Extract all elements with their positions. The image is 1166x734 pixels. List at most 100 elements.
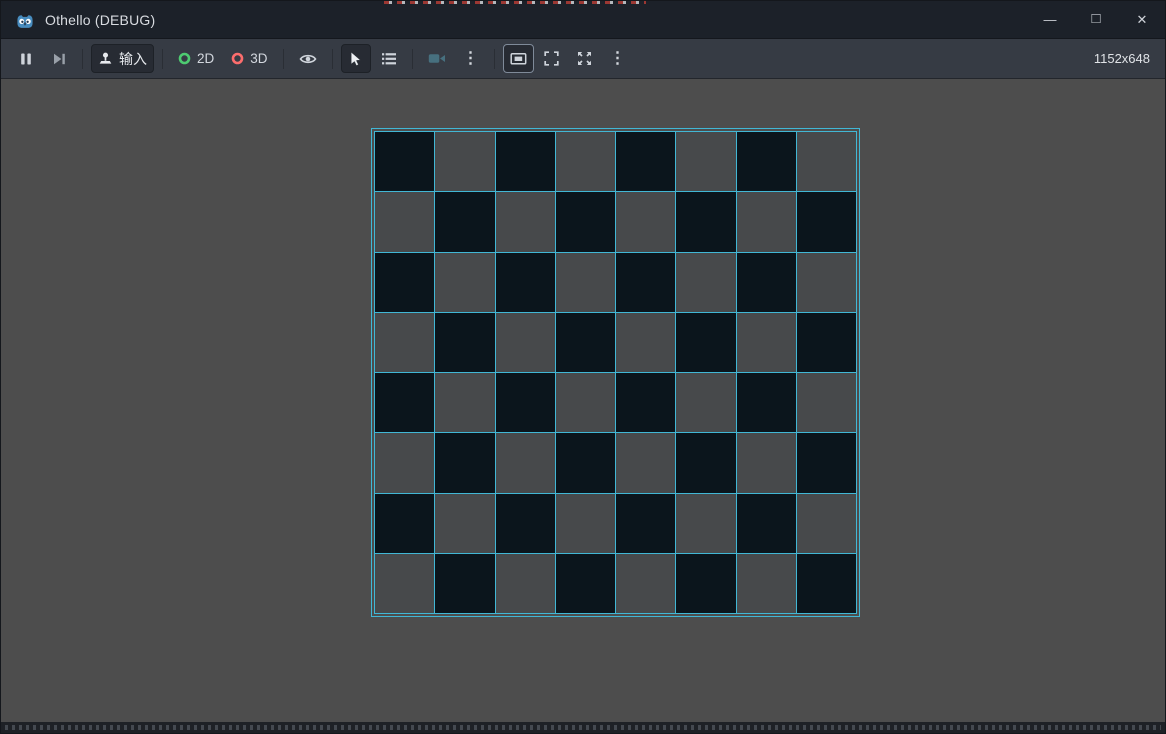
board-cell[interactable] [737, 373, 796, 432]
toolbar-separator [494, 49, 495, 69]
board-cell[interactable] [375, 192, 434, 251]
toolbar-separator [82, 49, 83, 69]
board-cell[interactable] [676, 373, 735, 432]
board-cell[interactable] [556, 373, 615, 432]
debug-visibility-button[interactable] [292, 44, 324, 73]
input-toggle-button[interactable]: 输入 [91, 44, 154, 73]
board-cell[interactable] [375, 132, 434, 191]
board-cell[interactable] [435, 192, 494, 251]
board-cell[interactable] [496, 433, 555, 492]
board-cell[interactable] [375, 494, 434, 553]
board-cell[interactable] [556, 253, 615, 312]
board-cell[interactable] [797, 192, 856, 251]
game-viewport[interactable] [3, 80, 1163, 722]
camera-menu-button[interactable]: ⋮ [456, 44, 486, 73]
titlebar[interactable]: Othello (DEBUG) — □ ✕ [1, 1, 1165, 39]
board-cell[interactable] [496, 373, 555, 432]
board-cell[interactable] [737, 192, 796, 251]
toolbar-separator [332, 49, 333, 69]
board-cell[interactable] [496, 494, 555, 553]
board-cell[interactable] [737, 132, 796, 191]
board-cell[interactable] [797, 253, 856, 312]
selection-list-button[interactable] [374, 44, 404, 73]
board-cell[interactable] [375, 313, 434, 372]
board-cell[interactable] [375, 253, 434, 312]
board-cell[interactable] [616, 554, 675, 613]
view-3d-button[interactable]: 3D [224, 44, 274, 73]
board-cell[interactable] [616, 253, 675, 312]
board-cell[interactable] [616, 433, 675, 492]
board-cell[interactable] [496, 192, 555, 251]
toolbar: 输入 2D 3D [1, 39, 1165, 79]
board-cell[interactable] [435, 313, 494, 372]
board-cell[interactable] [616, 132, 675, 191]
next-frame-button[interactable] [44, 44, 74, 73]
embed-window-icon [510, 52, 527, 66]
view-2d-label: 2D [197, 51, 214, 66]
board-cell[interactable] [797, 554, 856, 613]
fullscreen-button[interactable] [570, 44, 600, 73]
camera-override-button[interactable] [421, 44, 453, 73]
board-cell[interactable] [616, 494, 675, 553]
board-cell[interactable] [676, 132, 735, 191]
close-button[interactable]: ✕ [1119, 1, 1165, 38]
board-cell[interactable] [797, 433, 856, 492]
select-mode-button[interactable] [341, 44, 371, 73]
board-cell[interactable] [556, 554, 615, 613]
minimize-icon: — [1044, 13, 1057, 26]
board-cell[interactable] [556, 433, 615, 492]
board-cell[interactable] [435, 554, 494, 613]
board-cell[interactable] [676, 554, 735, 613]
board-cell[interactable] [737, 253, 796, 312]
window-menu-button[interactable]: ⋮ [603, 44, 633, 73]
board-cell[interactable] [435, 373, 494, 432]
board-cell[interactable] [797, 494, 856, 553]
board-cell[interactable] [737, 313, 796, 372]
board-cell[interactable] [676, 192, 735, 251]
board-cell[interactable] [496, 554, 555, 613]
window-controls: — □ ✕ [1027, 1, 1165, 38]
board-cell[interactable] [435, 132, 494, 191]
board-cell[interactable] [496, 313, 555, 372]
board-cell[interactable] [556, 494, 615, 553]
board-cell[interactable] [676, 494, 735, 553]
board-cell[interactable] [676, 433, 735, 492]
top-edge-artifact [384, 1, 646, 4]
cursor-icon [349, 51, 362, 67]
board-cell[interactable] [737, 554, 796, 613]
maximize-button[interactable]: □ [1073, 1, 1119, 38]
pause-button[interactable] [11, 44, 41, 73]
embed-game-button[interactable] [503, 44, 534, 73]
board-cell[interactable] [676, 253, 735, 312]
board-cell[interactable] [616, 373, 675, 432]
board-cell[interactable] [375, 373, 434, 432]
board-cell[interactable] [496, 132, 555, 191]
bottom-edge-artifact [1, 722, 1165, 733]
close-icon: ✕ [1137, 13, 1148, 26]
board-cell[interactable] [375, 433, 434, 492]
board-cell[interactable] [556, 313, 615, 372]
board-cell[interactable] [556, 192, 615, 251]
board-cell[interactable] [435, 494, 494, 553]
board-cell[interactable] [496, 253, 555, 312]
toolbar-separator [412, 49, 413, 69]
board-cell[interactable] [616, 192, 675, 251]
board-cell[interactable] [556, 132, 615, 191]
board-cell[interactable] [797, 132, 856, 191]
board-cell[interactable] [737, 494, 796, 553]
board-cell[interactable] [797, 313, 856, 372]
board-cell[interactable] [676, 313, 735, 372]
board-cell[interactable] [375, 554, 434, 613]
minimize-button[interactable]: — [1027, 1, 1073, 38]
board-cell[interactable] [435, 433, 494, 492]
2d-ring-icon [178, 52, 191, 65]
toolbar-separator [283, 49, 284, 69]
board-cell[interactable] [616, 313, 675, 372]
fit-window-button[interactable] [537, 44, 567, 73]
pause-icon [18, 51, 34, 67]
board-grid [374, 131, 857, 614]
board-cell[interactable] [435, 253, 494, 312]
board-cell[interactable] [737, 433, 796, 492]
board-cell[interactable] [797, 373, 856, 432]
view-2d-button[interactable]: 2D [171, 44, 221, 73]
